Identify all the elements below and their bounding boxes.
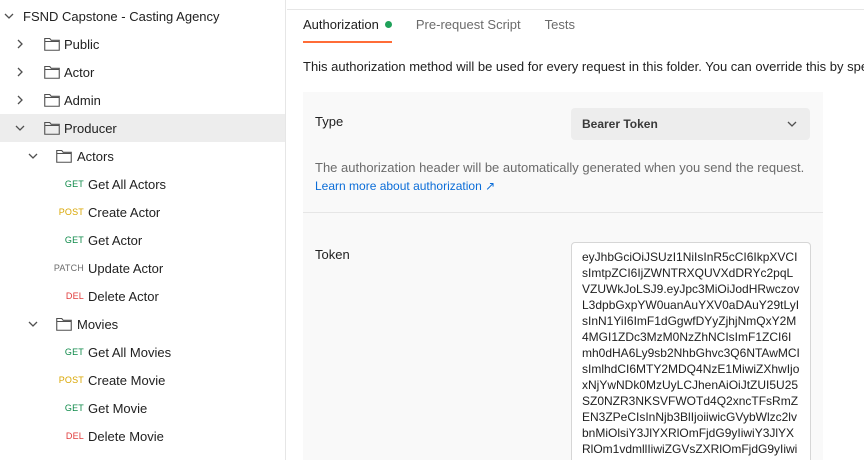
- request-item-delete-actor[interactable]: DEL Delete Actor: [0, 282, 285, 310]
- method-badge: GET: [64, 347, 84, 357]
- folder-icon: [44, 121, 60, 135]
- tab-label: Authorization: [303, 17, 379, 32]
- folder-label: Producer: [64, 120, 117, 136]
- request-label: Delete Movie: [88, 428, 164, 444]
- chevron-down-icon: [786, 118, 798, 130]
- sidebar-subfolder-movies[interactable]: Movies: [0, 310, 285, 338]
- method-badge: DEL: [65, 291, 84, 301]
- tab-label: Tests: [544, 17, 575, 32]
- auth-type-value: Bearer Token: [582, 117, 658, 131]
- sidebar-folder-actor[interactable]: Actor: [0, 58, 285, 86]
- folder-icon: [44, 93, 60, 107]
- request-item-get-actor[interactable]: GET Get Actor: [0, 226, 285, 254]
- app-root: FSND Capstone - Casting Agency Public Ac…: [0, 0, 864, 460]
- chevron-right-icon[interactable]: [14, 94, 26, 106]
- folder-label: Actors: [77, 148, 114, 164]
- request-label: Get All Movies: [88, 344, 172, 360]
- sidebar-subfolder-actors[interactable]: Actors: [0, 142, 285, 170]
- auth-helper-text: The authorization header will be automat…: [315, 160, 805, 175]
- token-input[interactable]: eyJhbGciOiJSUzI1NiIsInR5cCI6IkpXVCIsImtp…: [571, 242, 811, 460]
- tab-bar: Authorization Pre-request Script Tests: [303, 17, 599, 43]
- request-item-create-actor[interactable]: POST Create Actor: [0, 198, 285, 226]
- request-label: Create Actor: [88, 204, 161, 220]
- sidebar-folder-admin[interactable]: Admin: [0, 86, 285, 114]
- tab-label: Pre-request Script: [415, 17, 521, 32]
- folder-icon: [56, 149, 72, 163]
- folder-icon: [44, 65, 60, 79]
- collection-sidebar: FSND Capstone - Casting Agency Public Ac…: [0, 0, 286, 460]
- chevron-down-icon[interactable]: [27, 150, 39, 162]
- chevron-down-icon[interactable]: [27, 318, 39, 330]
- chevron-right-icon[interactable]: [14, 38, 26, 50]
- tab-tests[interactable]: Tests: [545, 17, 575, 43]
- sidebar-folder-public[interactable]: Public: [0, 30, 285, 58]
- folder-label: Public: [64, 36, 100, 52]
- request-item-update-actor[interactable]: PATCH Update Actor: [0, 254, 285, 282]
- type-label: Type: [315, 114, 344, 129]
- collection-root[interactable]: FSND Capstone - Casting Agency: [0, 2, 285, 30]
- folder-label: Actor: [64, 64, 95, 80]
- request-label: Get All Actors: [88, 176, 167, 192]
- method-badge: POST: [58, 207, 84, 217]
- request-item-create-movie[interactable]: POST Create Movie: [0, 366, 285, 394]
- folder-icon: [44, 37, 60, 51]
- request-label: Get Movie: [88, 400, 148, 416]
- folder-settings-panel: Authorization Pre-request Script Tests T…: [287, 0, 864, 460]
- tab-pre-request-script[interactable]: Pre-request Script: [416, 17, 521, 43]
- method-badge: GET: [64, 179, 84, 189]
- sidebar-folder-producer[interactable]: Producer: [0, 114, 285, 142]
- collection-name: FSND Capstone - Casting Agency: [23, 8, 220, 24]
- request-label: Delete Actor: [88, 288, 159, 304]
- request-item-get-all-actors[interactable]: GET Get All Actors: [0, 170, 285, 198]
- folder-icon: [56, 317, 72, 331]
- chevron-down-icon[interactable]: [14, 122, 26, 134]
- top-divider: [287, 0, 864, 10]
- auth-description: This authorization method will be used f…: [303, 59, 864, 74]
- auth-type-select[interactable]: Bearer Token: [571, 108, 810, 140]
- request-item-delete-movie[interactable]: DEL Delete Movie: [0, 422, 285, 450]
- request-item-get-all-movies[interactable]: GET Get All Movies: [0, 338, 285, 366]
- method-badge: PATCH: [53, 263, 84, 273]
- folder-label: Movies: [77, 316, 119, 332]
- chevron-right-icon[interactable]: [14, 66, 26, 78]
- section-divider: [303, 212, 823, 213]
- method-badge: POST: [58, 375, 84, 385]
- request-label: Update Actor: [88, 260, 164, 276]
- token-label: Token: [315, 247, 350, 262]
- method-badge: GET: [64, 235, 84, 245]
- method-badge: DEL: [65, 431, 84, 441]
- chevron-down-icon[interactable]: [3, 10, 15, 22]
- folder-label: Admin: [64, 92, 101, 108]
- tab-authorization[interactable]: Authorization: [303, 17, 392, 43]
- learn-more-link[interactable]: Learn more about authorization ↗: [315, 179, 495, 193]
- request-item-get-movie[interactable]: GET Get Movie: [0, 394, 285, 422]
- request-label: Create Movie: [88, 372, 166, 388]
- status-dot-icon: [384, 21, 392, 28]
- auth-settings-card: Type Bearer Token The authorization head…: [303, 92, 823, 460]
- request-label: Get Actor: [88, 232, 143, 248]
- method-badge: GET: [64, 403, 84, 413]
